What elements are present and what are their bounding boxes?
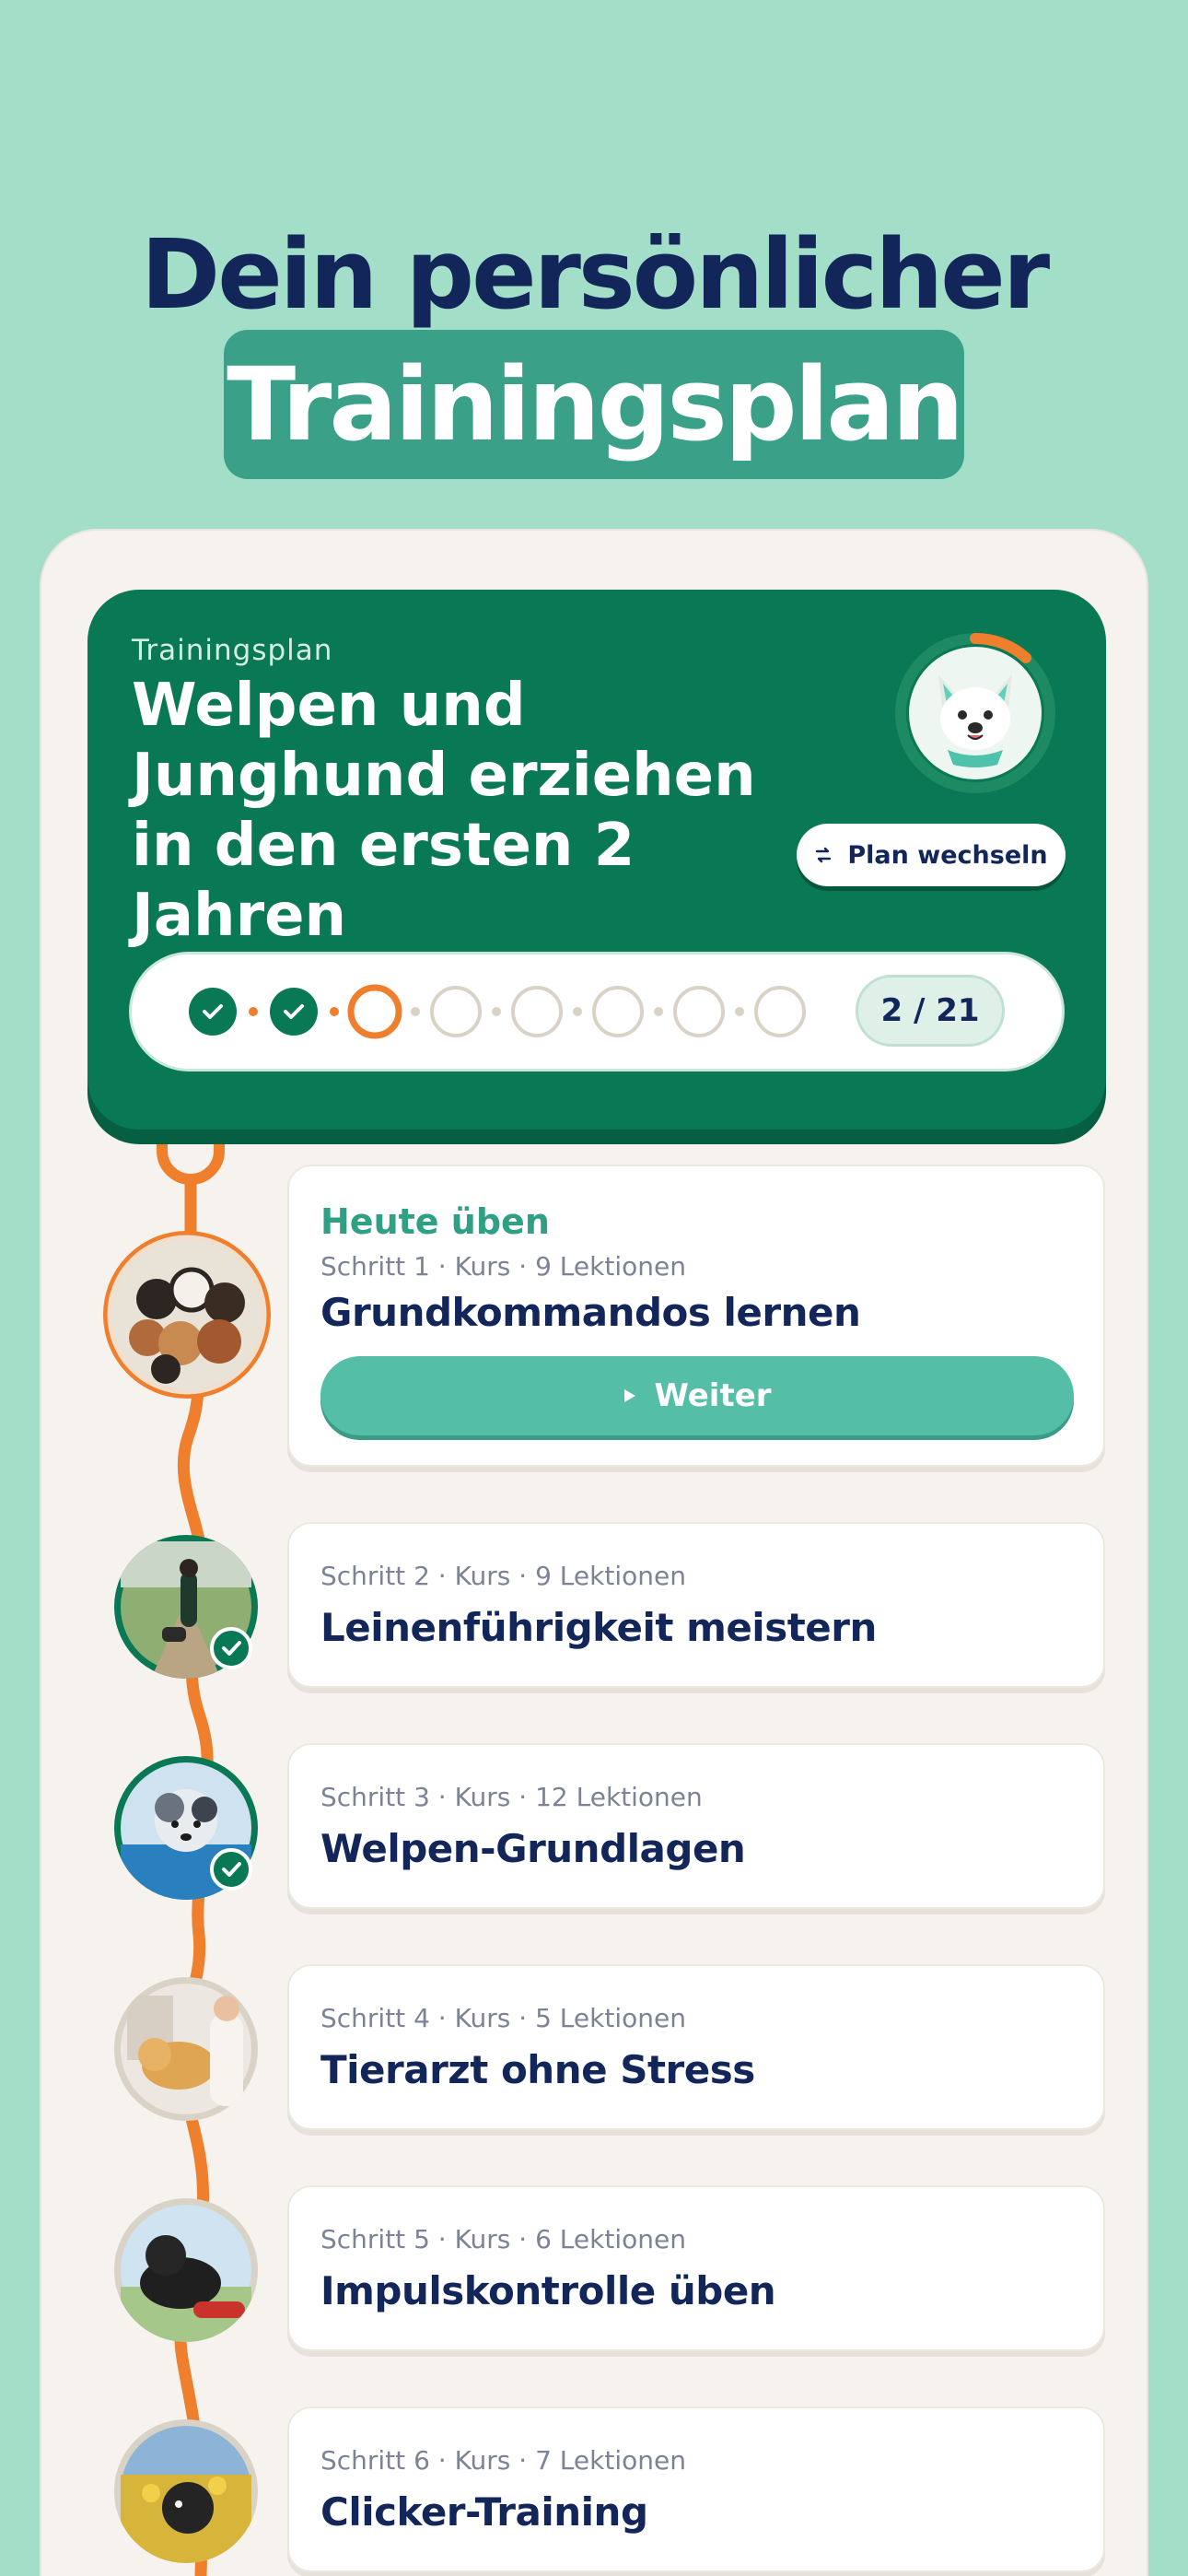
progress-step-current — [347, 984, 402, 1039]
progress-connector-dot — [249, 1007, 258, 1016]
swap-icon — [816, 847, 832, 863]
headline-highlight: Trainingsplan — [224, 330, 964, 479]
course-card-3[interactable]: Schritt 3 · Kurs · 12 Lektionen Welpen-G… — [287, 1743, 1105, 1909]
course-meta: Schritt 4 · Kurs · 5 Lektionen — [320, 2003, 686, 2033]
course-title: Leinenführigkeit meistern — [320, 1605, 877, 1650]
dog-mascot-icon — [909, 647, 1042, 779]
play-icon — [624, 1389, 636, 1402]
vet-photo — [121, 1984, 251, 2114]
impulse-dog-photo — [121, 2205, 251, 2342]
today-label: Heute üben — [320, 1201, 550, 1242]
continue-label: Weiter — [654, 1377, 772, 1414]
check-icon — [222, 1862, 241, 1877]
progress-step-upcoming — [511, 986, 563, 1037]
progress-steps — [189, 984, 806, 1039]
switch-plan-button[interactable]: Plan wechseln — [797, 824, 1066, 886]
course-title: Impulskontrolle üben — [320, 2268, 776, 2313]
course-meta: Schritt 6 · Kurs · 7 Lektionen — [320, 2445, 686, 2476]
plan-avatar[interactable] — [894, 632, 1056, 794]
completed-badge — [210, 1848, 252, 1891]
completed-badge — [210, 1627, 252, 1669]
plan-label: Trainingsplan — [132, 634, 333, 667]
progress-step-upcoming — [673, 986, 725, 1037]
progress-connector-dot — [411, 1007, 420, 1016]
course-meta: Schritt 1 · Kurs · 9 Lektionen — [320, 1251, 686, 1282]
plan-card: Trainingsplan Welpen und Junghund erzieh… — [87, 590, 1106, 1130]
headline: Dein persönlicher — [140, 218, 1050, 331]
course-title: Tierarzt ohne Stress — [320, 2047, 755, 2092]
progress-connector-dot — [735, 1007, 744, 1016]
course-meta: Schritt 3 · Kurs · 12 Lektionen — [320, 1782, 703, 1812]
progress-counter: 2 / 21 — [856, 975, 1005, 1047]
course-meta: Schritt 5 · Kurs · 6 Lektionen — [320, 2224, 686, 2254]
progress-connector-dot — [330, 1007, 339, 1016]
progress-step-upcoming — [754, 986, 806, 1037]
plan-title: Welpen und Junghund erziehen in den erst… — [132, 672, 756, 950]
progress-step-completed — [189, 988, 237, 1036]
plan-progress: 2 / 21 — [132, 954, 1062, 1069]
check-icon — [222, 1641, 241, 1656]
course-card-2[interactable]: Schritt 2 · Kurs · 9 Lektionen Leinenfüh… — [287, 1522, 1105, 1688]
course-title: Grundkommandos lernen — [320, 1290, 861, 1335]
dog-group-photo — [107, 1235, 267, 1395]
course-6-thumbnail[interactable] — [114, 2419, 258, 2563]
clicker-dog-photo — [121, 2426, 251, 2563]
course-5-thumbnail[interactable] — [114, 2198, 258, 2342]
progress-step-upcoming — [592, 986, 644, 1037]
course-4-thumbnail[interactable] — [114, 1977, 258, 2121]
course-card-4[interactable]: Schritt 4 · Kurs · 5 Lektionen Tierarzt … — [287, 1964, 1105, 2130]
course-meta: Schritt 2 · Kurs · 9 Lektionen — [320, 1561, 686, 1591]
course-title: Clicker-Training — [320, 2489, 648, 2535]
progress-step-upcoming — [430, 986, 482, 1037]
course-card-6[interactable]: Schritt 6 · Kurs · 7 Lektionen Clicker-T… — [287, 2406, 1105, 2572]
course-card-1[interactable]: Heute üben Schritt 1 · Kurs · 9 Lektione… — [287, 1165, 1105, 1467]
progress-connector-dot — [654, 1007, 663, 1016]
course-1-thumbnail[interactable] — [103, 1231, 271, 1399]
switch-plan-label: Plan wechseln — [847, 840, 1048, 870]
course-card-5[interactable]: Schritt 5 · Kurs · 6 Lektionen Impulskon… — [287, 2185, 1105, 2351]
progress-step-completed — [270, 988, 318, 1036]
continue-button[interactable]: Weiter — [320, 1356, 1074, 1435]
course-title: Welpen-Grundlagen — [320, 1826, 746, 1871]
progress-connector-dot — [492, 1007, 501, 1016]
progress-connector-dot — [573, 1007, 582, 1016]
